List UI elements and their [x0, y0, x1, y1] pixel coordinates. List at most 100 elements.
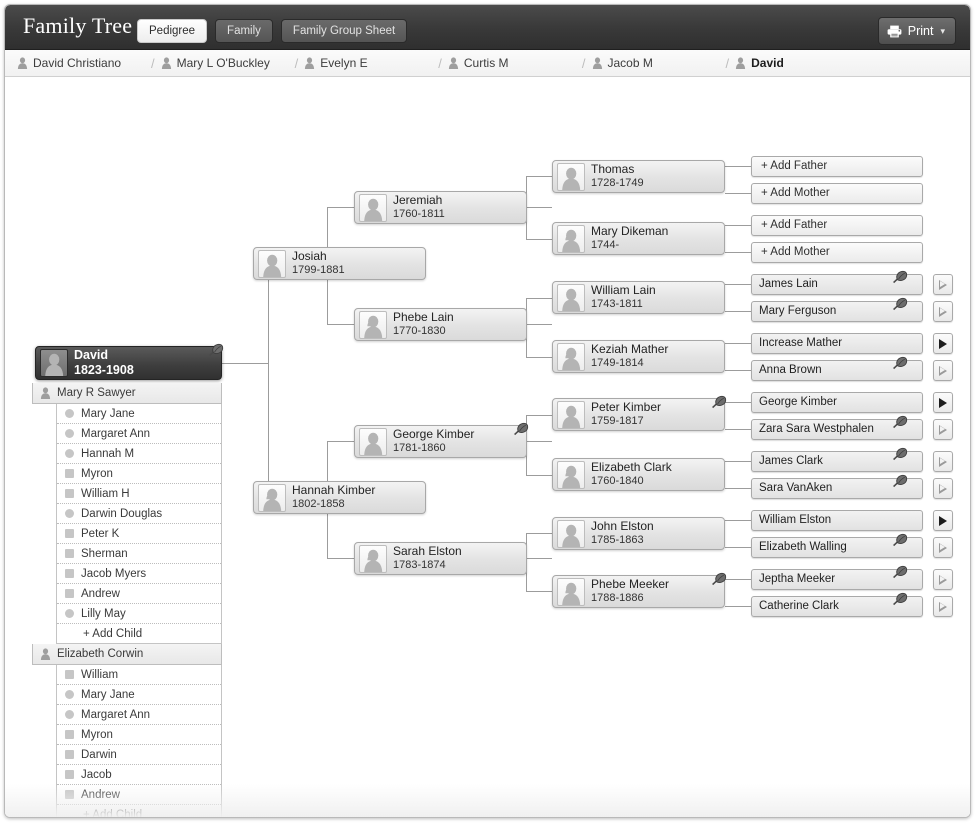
person-silhouette-icon [562, 582, 581, 605]
female-marker-icon [65, 710, 74, 719]
child-row[interactable]: Darwin Douglas [57, 504, 221, 524]
child-row[interactable]: Margaret Ann [57, 424, 221, 444]
ancestor-chip[interactable]: George Kimber [751, 392, 923, 413]
ancestor-chip[interactable]: Sara VanAken [751, 474, 923, 499]
child-row[interactable]: Peter K [57, 524, 221, 544]
expand-ancestor-button[interactable] [933, 569, 953, 590]
add-parent-button[interactable]: + Add Mother [751, 183, 923, 204]
ancestor-chip[interactable]: Elizabeth Walling [751, 533, 923, 558]
chevron-right-icon [939, 542, 947, 553]
expand-ancestor-button[interactable] [933, 392, 953, 413]
person-card[interactable]: Elizabeth Clark 1760-1840 [552, 458, 725, 491]
person-card[interactable]: Keziah Mather 1749-1814 [552, 340, 725, 373]
person-card[interactable]: Thomas 1728-1749 [552, 160, 725, 193]
child-row[interactable]: Hannah M [57, 444, 221, 464]
ancestor-chip[interactable]: William Elston [751, 510, 923, 531]
connector [725, 461, 751, 462]
person-card[interactable]: Sarah Elston 1783-1874 [354, 542, 527, 575]
child-row[interactable]: Andrew [57, 584, 221, 604]
expand-ancestor-button[interactable] [933, 274, 953, 295]
spouse-row[interactable]: Mary R Sawyer [32, 383, 222, 404]
expand-ancestor-button[interactable] [933, 478, 953, 499]
ancestor-chip[interactable]: Zara Sara Westphalen [751, 415, 923, 440]
person-card[interactable]: Hannah Kimber 1802-1858 [253, 481, 426, 514]
child-row[interactable]: Jacob Myers [57, 564, 221, 584]
child-row[interactable]: Andrew [57, 785, 221, 805]
expand-ancestor-button[interactable] [933, 596, 953, 617]
chevron-right-icon [939, 574, 947, 585]
breadcrumb-item[interactable]: David [735, 56, 784, 70]
person-card[interactable]: Josiah 1799-1881 [253, 247, 426, 280]
breadcrumb-label: Jacob M [607, 56, 653, 70]
person-name: Peter Kimber [591, 400, 662, 415]
tab-pedigree[interactable]: Pedigree [137, 19, 208, 43]
breadcrumb: David Christiano / Mary L O'Buckley / Evelyn… [5, 50, 970, 77]
person-card[interactable]: Mary Dikeman 1744- [552, 222, 725, 255]
child-row[interactable]: Lilly May [57, 604, 221, 624]
male-marker-icon [65, 489, 74, 498]
child-row[interactable]: Jacob [57, 765, 221, 785]
expand-ancestor-button[interactable] [933, 419, 953, 440]
person-card[interactable]: Phebe Meeker 1788-1886 [552, 572, 727, 608]
expand-ancestor-button[interactable] [933, 333, 953, 354]
tab-family[interactable]: Family [215, 19, 273, 43]
child-row[interactable]: Myron [57, 725, 221, 745]
person-dates: 1783-1874 [393, 559, 446, 572]
ancestor-chip[interactable]: James Clark [751, 447, 923, 472]
expand-ancestor-button[interactable] [933, 360, 953, 381]
breadcrumb-item[interactable]: Mary L O'Buckley [161, 56, 289, 70]
print-button[interactable]: Print ▾ [877, 17, 956, 45]
child-row[interactable]: Mary Jane [57, 685, 221, 705]
person-info: David 1823-1908 [74, 348, 134, 379]
person-card[interactable]: Phebe Lain 1770-1830 [354, 308, 527, 341]
ancestor-chip[interactable]: Catherine Clark [751, 592, 923, 617]
ancestor-name: William Elston [759, 514, 832, 526]
child-row[interactable]: Mary Jane [57, 404, 221, 424]
person-photo [359, 544, 387, 573]
ancestor-chip[interactable]: Anna Brown [751, 356, 923, 381]
tab-family-group-sheet[interactable]: Family Group Sheet [280, 19, 408, 43]
connector [268, 363, 269, 497]
person-name: Phebe Meeker [591, 577, 670, 592]
ancestor-name: James Clark [759, 455, 823, 467]
person-dates: 1781-1860 [393, 442, 446, 455]
focus-person-card[interactable]: David 1823-1908 [35, 343, 224, 380]
ancestor-chip[interactable]: Increase Mather [751, 333, 923, 354]
ancestor-name: Anna Brown [759, 364, 822, 376]
breadcrumb-item[interactable]: Evelyn E [304, 56, 432, 70]
child-name: Peter K [81, 527, 120, 540]
child-row[interactable]: Darwin [57, 745, 221, 765]
person-card[interactable]: William Lain 1743-1811 [552, 281, 725, 314]
expand-ancestor-button[interactable] [933, 537, 953, 558]
breadcrumb-item[interactable]: Jacob M [592, 56, 720, 70]
child-row[interactable]: William [57, 665, 221, 685]
person-card[interactable]: Peter Kimber 1759-1817 [552, 395, 727, 431]
ancestor-chip[interactable]: Jeptha Meeker [751, 565, 923, 590]
child-row[interactable]: Margaret Ann [57, 705, 221, 725]
hint-leaf-icon [893, 415, 908, 429]
child-row[interactable]: Sherman [57, 544, 221, 564]
chevron-right-icon [939, 365, 947, 376]
breadcrumb-item[interactable]: David Christiano [17, 56, 145, 70]
add-child-button[interactable]: + Add Child [57, 624, 221, 644]
person-card[interactable]: Jeremiah 1760-1811 [354, 191, 527, 224]
person-silhouette-icon [364, 432, 383, 455]
hint-leaf-icon [712, 572, 727, 586]
add-parent-button[interactable]: + Add Mother [751, 242, 923, 263]
spouse-row[interactable]: Elizabeth Corwin [32, 644, 222, 665]
ancestor-chip[interactable]: Mary Ferguson [751, 297, 923, 322]
child-row[interactable]: Myron [57, 464, 221, 484]
connector [725, 343, 751, 344]
add-child-button[interactable]: + Add Child [57, 805, 221, 817]
add-parent-button[interactable]: + Add Father [751, 156, 923, 177]
ancestor-chip[interactable]: James Lain [751, 270, 923, 295]
add-parent-button[interactable]: + Add Father [751, 215, 923, 236]
child-row[interactable]: William H [57, 484, 221, 504]
expand-ancestor-button[interactable] [933, 301, 953, 322]
expand-ancestor-button[interactable] [933, 510, 953, 531]
person-card[interactable]: George Kimber 1781-1860 [354, 422, 529, 458]
person-card[interactable]: John Elston 1785-1863 [552, 517, 725, 550]
breadcrumb-item[interactable]: Curtis M [448, 56, 576, 70]
person-dates: 1743-1811 [591, 298, 643, 311]
expand-ancestor-button[interactable] [933, 451, 953, 472]
